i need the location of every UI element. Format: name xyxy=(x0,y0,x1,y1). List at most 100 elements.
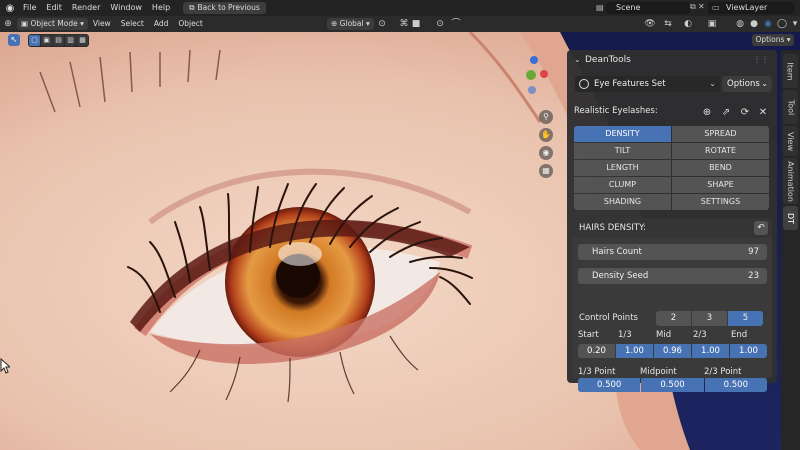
proportional-edit-icon[interactable]: ⊙ xyxy=(434,18,446,30)
viewport-options-button[interactable]: Options ▾ xyxy=(752,34,794,46)
rotate-button[interactable]: ROTATE xyxy=(672,143,769,159)
snap-icon[interactable]: ⌘ xyxy=(398,18,410,30)
select-intersect-icon[interactable]: ▦ xyxy=(77,35,88,46)
view-layer-name: ViewLayer xyxy=(726,3,768,12)
falloff-icon[interactable]: ⌒ xyxy=(450,18,462,30)
shading-button[interactable]: SHADING xyxy=(574,194,671,210)
start-value-field[interactable]: 0.20 xyxy=(578,344,615,358)
sidebar-tabs: Item Tool View Animation DT xyxy=(781,50,800,450)
tab-view[interactable]: View xyxy=(783,126,798,156)
menu-add[interactable]: Add xyxy=(149,16,174,32)
scene-selector[interactable]: ▤ Scene xyxy=(596,2,690,14)
realistic-eyelashes-label: Realistic Eyelashes: xyxy=(574,106,658,116)
options-dropdown[interactable]: Options ⌄ xyxy=(722,76,772,92)
pivot-icon[interactable]: ⊙ xyxy=(376,18,388,30)
mode-selector[interactable]: ▣ Object Mode ▾ xyxy=(17,18,88,30)
editor-type-icon[interactable]: ⊕ xyxy=(2,18,14,30)
axis-gizmo[interactable] xyxy=(520,56,550,106)
menu-file[interactable]: File xyxy=(18,0,41,16)
tab-tool[interactable]: Tool xyxy=(783,90,798,124)
point-values-row: 0.20 1.00 0.96 1.00 1.00 xyxy=(578,344,767,358)
two-third-point-label: 2/3 Point xyxy=(704,367,742,377)
scene-name: Scene xyxy=(616,3,641,12)
grid-view-icon[interactable]: ▦ xyxy=(539,164,553,178)
control-points-selector: 2 3 5 xyxy=(656,311,763,326)
bend-button[interactable]: BEND xyxy=(672,160,769,176)
control-points-label: Control Points xyxy=(579,313,638,323)
shape-button[interactable]: SHAPE xyxy=(672,177,769,193)
top-menu-bar: ◉ File Edit Render Window Help ⧉ Back to… xyxy=(0,0,800,16)
xray-icon[interactable]: ▣ xyxy=(706,18,718,30)
collapse-chevron-icon[interactable]: ⌄ xyxy=(574,50,581,70)
mid-value-field[interactable]: 0.96 xyxy=(654,344,691,358)
y-axis-icon[interactable] xyxy=(526,70,536,80)
hairs-count-field[interactable]: Hairs Count 97 xyxy=(578,244,767,260)
panel-header[interactable]: ⌄ DeanTools ⋮⋮ xyxy=(567,50,777,70)
menu-select[interactable]: Select xyxy=(116,16,149,32)
scene-pin-icon[interactable]: ⧉ xyxy=(690,2,696,12)
zoom-icon[interactable]: ⚲ xyxy=(539,110,553,124)
blender-logo-icon[interactable]: ◉ xyxy=(2,0,18,16)
menu-view[interactable]: View xyxy=(88,16,116,32)
transform-orientation[interactable]: ⊕ Global ▾ xyxy=(327,18,374,30)
length-button[interactable]: LENGTH xyxy=(574,160,671,176)
density-seed-field[interactable]: Density Seed 23 xyxy=(578,268,767,284)
control-points-5-button[interactable]: 5 xyxy=(728,311,763,326)
visibility-icon[interactable]: 👁 xyxy=(644,18,656,30)
settings-button[interactable]: SETTINGS xyxy=(672,194,769,210)
menu-window[interactable]: Window xyxy=(105,0,147,16)
end-value-field[interactable]: 1.00 xyxy=(730,344,767,358)
menu-edit[interactable]: Edit xyxy=(41,0,67,16)
tab-item[interactable]: Item xyxy=(783,54,798,88)
panel-title: DeanTools xyxy=(585,55,631,65)
two-third-value-field[interactable]: 1.00 xyxy=(692,344,729,358)
drag-handle-icon[interactable]: ⋮⋮ xyxy=(753,50,769,70)
wireframe-shading-icon[interactable]: ◍ xyxy=(734,18,746,30)
export-icon[interactable]: ⇗ xyxy=(719,106,733,120)
select-subtract-icon[interactable]: ▤ xyxy=(53,35,64,46)
camera-icon[interactable]: ◉ xyxy=(539,146,553,160)
menu-object[interactable]: Object xyxy=(173,16,207,32)
shading-options-icon[interactable]: ▾ xyxy=(789,18,800,30)
rendered-shading-icon[interactable]: ◯ xyxy=(776,18,788,30)
mouse-cursor-icon xyxy=(0,358,10,374)
refresh-icon[interactable]: ⟳ xyxy=(738,106,752,120)
control-points-3-button[interactable]: 3 xyxy=(692,311,727,326)
select-new-icon[interactable]: ▢ xyxy=(29,35,40,46)
one-third-point-field[interactable]: 0.500 xyxy=(578,378,641,392)
back-to-previous-button[interactable]: ⧉ Back to Previous xyxy=(183,2,266,14)
tab-animation[interactable]: Animation xyxy=(783,158,798,204)
clump-button[interactable]: CLUMP xyxy=(574,177,671,193)
tab-dt[interactable]: DT xyxy=(783,206,798,230)
select-extend-icon[interactable]: ▣ xyxy=(41,35,52,46)
spread-button[interactable]: SPREAD xyxy=(672,126,769,142)
tilt-button[interactable]: TILT xyxy=(574,143,671,159)
select-tool-icon[interactable]: ↖ xyxy=(8,34,20,46)
snap-target-icon[interactable]: ■ xyxy=(410,18,422,30)
one-third-value-field[interactable]: 1.00 xyxy=(616,344,653,358)
material-shading-icon[interactable]: ◉ xyxy=(762,18,774,30)
globe-icon[interactable]: ⊕ xyxy=(700,106,714,120)
view-layer-selector[interactable]: ▭ ViewLayer xyxy=(708,2,794,14)
x-axis-icon[interactable] xyxy=(540,70,548,78)
viewport-options-label: Options xyxy=(755,35,785,44)
menu-render[interactable]: Render xyxy=(67,0,105,16)
solid-shading-icon[interactable]: ● xyxy=(748,18,760,30)
reset-icon[interactable]: ↶ xyxy=(754,221,768,235)
z-axis-icon[interactable] xyxy=(530,56,538,64)
overlay-icon[interactable]: ◐ xyxy=(682,18,694,30)
preset-dropdown[interactable]: Eye Features Set ⌄ xyxy=(575,76,720,92)
control-points-2-button[interactable]: 2 xyxy=(656,311,691,326)
density-button[interactable]: DENSITY xyxy=(574,126,671,142)
select-invert-icon[interactable]: ▥ xyxy=(65,35,76,46)
gizmo-icon[interactable]: ⇆ xyxy=(662,18,674,30)
tab-dt-label: DT xyxy=(785,212,795,224)
close-icon[interactable]: ✕ xyxy=(756,106,770,120)
two-third-point-field[interactable]: 0.500 xyxy=(704,378,767,392)
midpoint-field[interactable]: 0.500 xyxy=(641,378,704,392)
neg-z-axis-icon[interactable] xyxy=(528,86,536,94)
pan-hand-icon[interactable]: ✋ xyxy=(539,128,553,142)
menu-help[interactable]: Help xyxy=(147,0,175,16)
viewport-header: ⊕ ▣ Object Mode ▾ View Select Add Object… xyxy=(0,16,800,32)
scene-close-icon[interactable]: ✕ xyxy=(698,2,705,11)
